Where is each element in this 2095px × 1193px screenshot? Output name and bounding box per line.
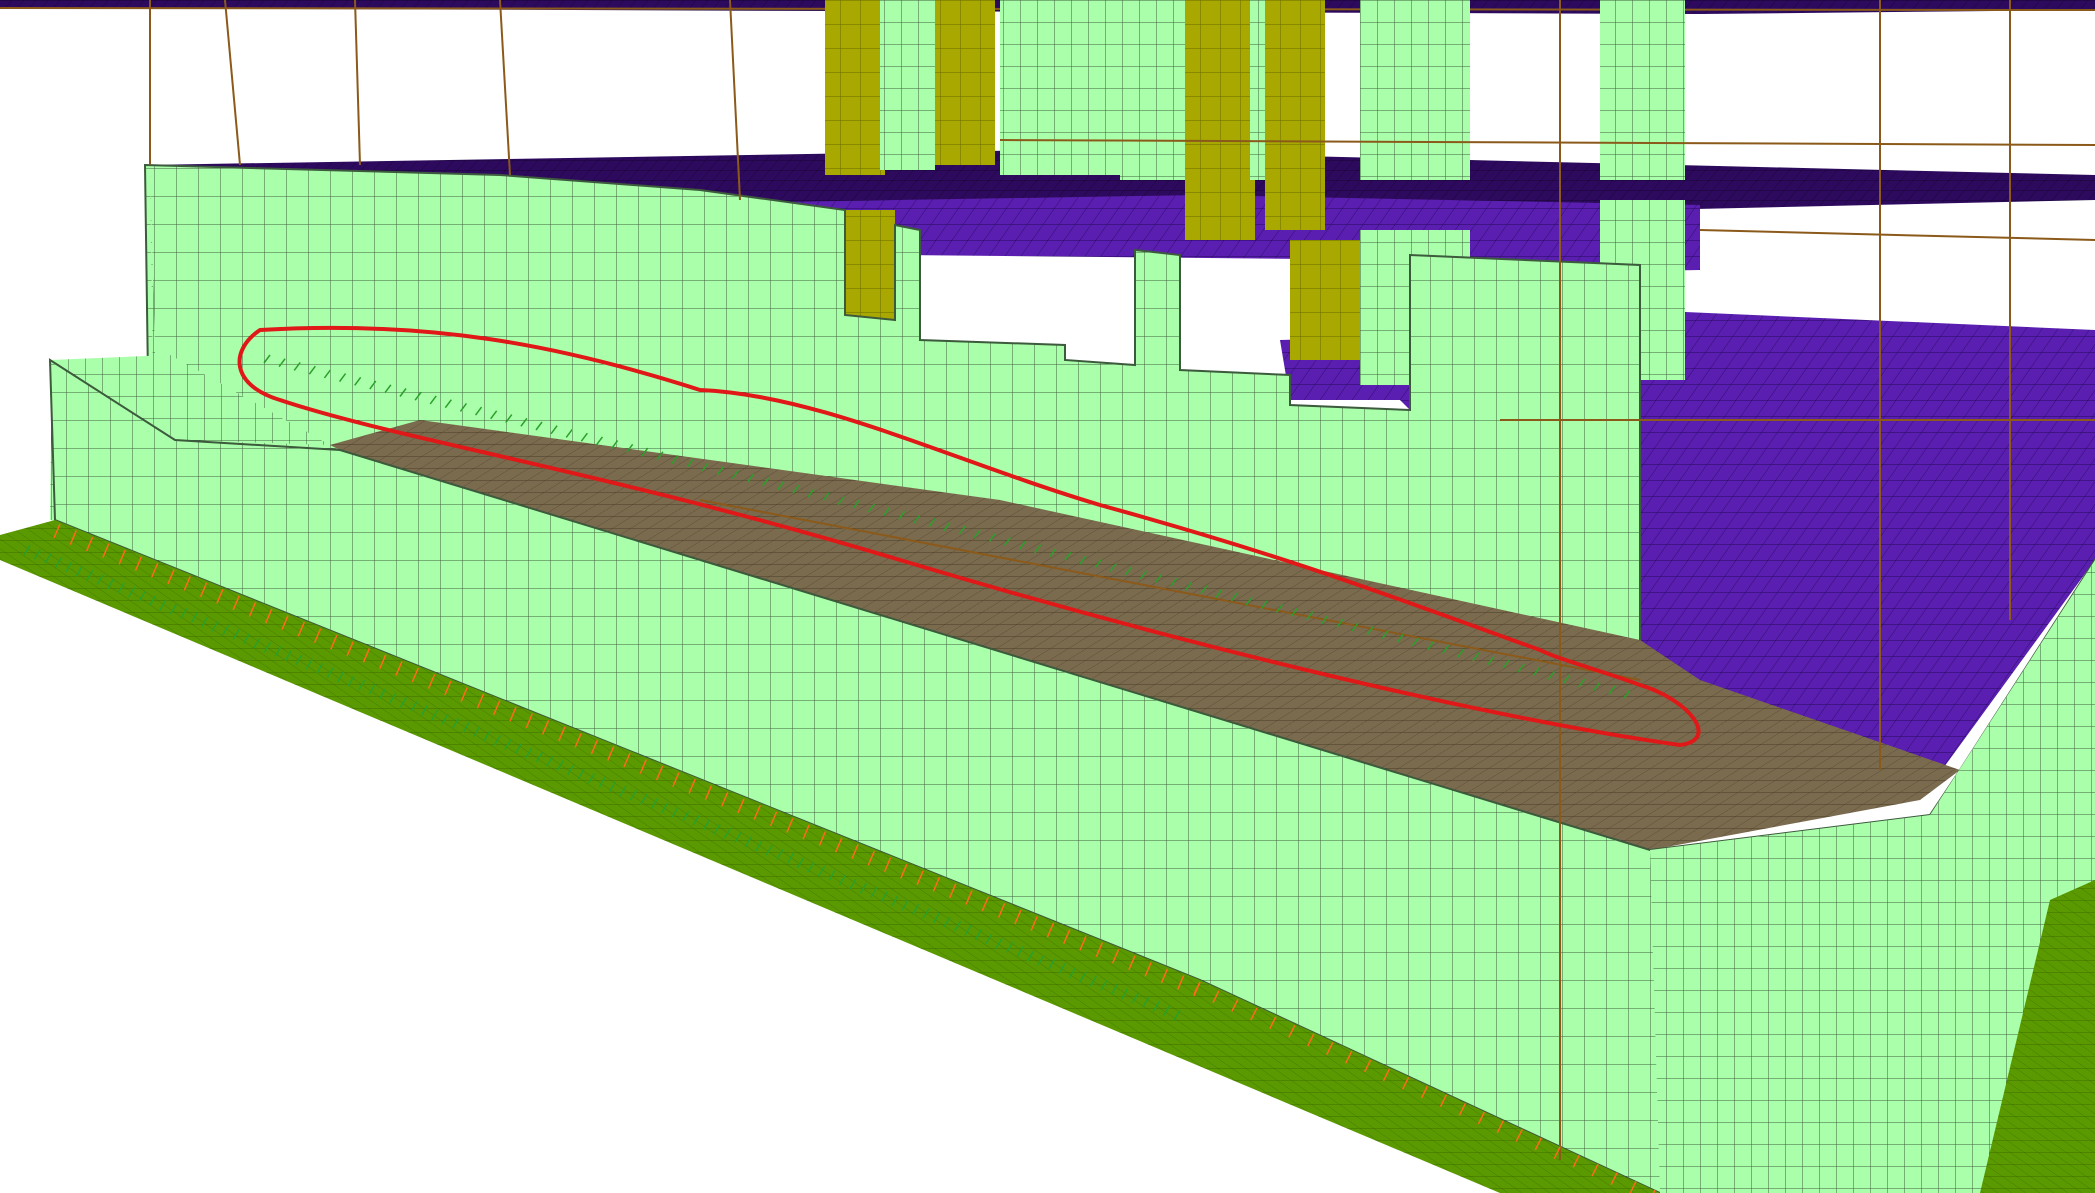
column-green-4 bbox=[1250, 0, 1265, 180]
column-green-6 bbox=[1600, 0, 1685, 180]
column-olive-5 bbox=[845, 210, 895, 320]
column-green-5 bbox=[1360, 0, 1470, 180]
column-olive-2 bbox=[935, 0, 995, 165]
column-green-2 bbox=[1000, 0, 1120, 175]
column-green-1 bbox=[880, 0, 935, 170]
3d-model-viewport[interactable] bbox=[0, 0, 2095, 1193]
column-green-3 bbox=[1120, 0, 1185, 180]
column-olive-4 bbox=[1265, 0, 1325, 230]
column-olive-3 bbox=[1185, 0, 1255, 240]
column-olive-6 bbox=[1290, 240, 1360, 360]
fe-mesh-scene[interactable] bbox=[0, 0, 2095, 1193]
column-olive-1 bbox=[825, 0, 885, 175]
